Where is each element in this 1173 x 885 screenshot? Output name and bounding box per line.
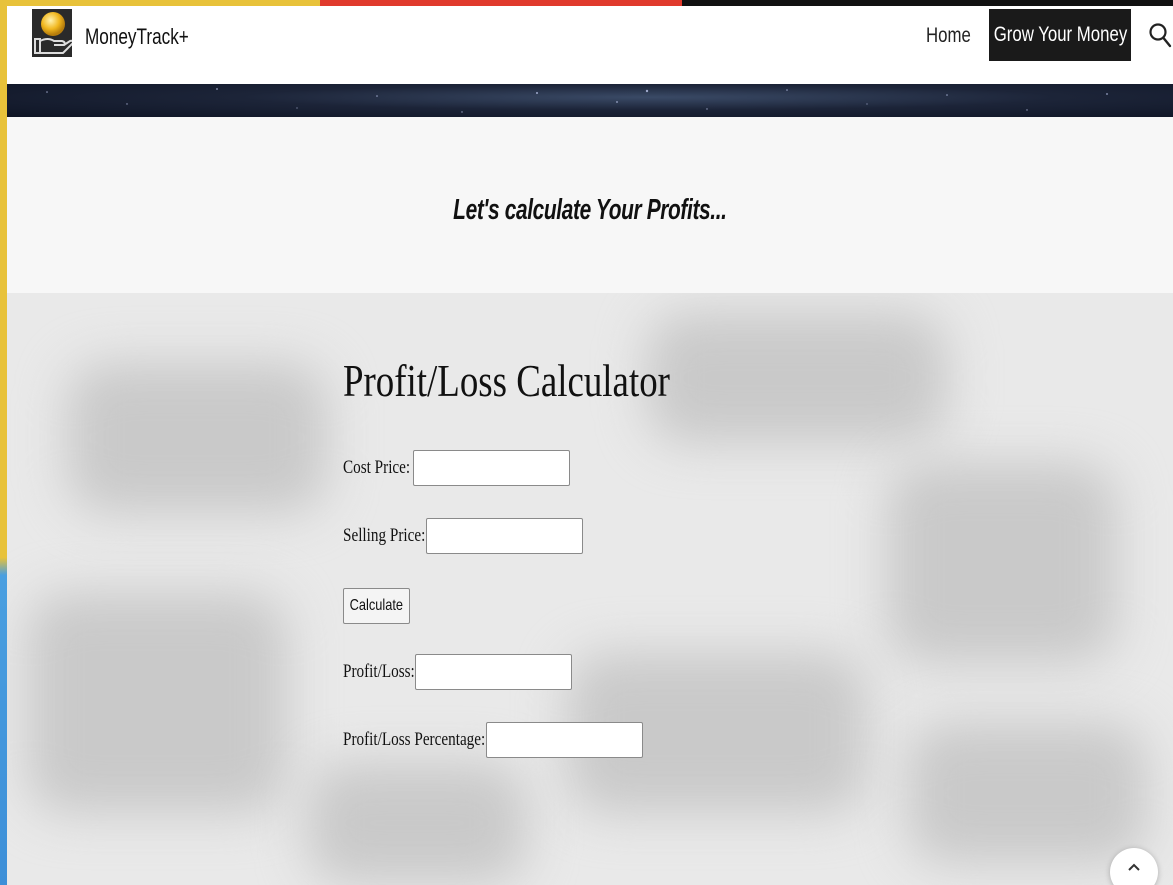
profit-loss-label: Profit/Loss: xyxy=(343,661,415,682)
starry-banner xyxy=(7,84,1173,117)
selling-price-label: Selling Price: xyxy=(343,525,426,546)
intro-heading: Let's calculate Your Profits... xyxy=(7,194,1173,227)
cost-price-input[interactable] xyxy=(412,450,570,486)
nav-home-link[interactable]: Home xyxy=(926,24,971,48)
top-accent-strip-red xyxy=(320,0,682,6)
search-icon[interactable] xyxy=(1148,22,1172,48)
nav-grow-your-money-link[interactable]: Grow Your Money xyxy=(989,9,1131,61)
cost-price-label: Cost Price: xyxy=(343,457,411,478)
blurred-key-shape xyxy=(307,763,527,883)
intro-section: Let's calculate Your Profits... xyxy=(7,117,1173,293)
intro-heading-text: Let's calculate Your Profits... xyxy=(453,194,727,226)
profit-loss-percentage-label: Profit/Loss Percentage: xyxy=(343,729,486,750)
profit-loss-output[interactable] xyxy=(414,654,572,690)
profit-loss-percentage-row: Profit/Loss Percentage: xyxy=(343,722,643,758)
selling-price-row: Selling Price: xyxy=(343,518,583,554)
top-accent-strip-yellow xyxy=(0,0,320,6)
blurred-key-shape xyxy=(907,723,1147,863)
blurred-key-shape xyxy=(647,313,947,443)
money-hand-logo-icon[interactable] xyxy=(32,9,72,57)
cost-price-row: Cost Price: xyxy=(343,450,570,486)
top-accent-strip-black xyxy=(682,0,1173,6)
calculate-button[interactable]: Calculate xyxy=(343,588,410,624)
site-header: MoneyTrack+ Home Grow Your Money xyxy=(7,6,1173,84)
nav-grow-your-money-label: Grow Your Money xyxy=(993,23,1127,46)
starfield-decoration xyxy=(46,88,1108,113)
brand-name[interactable]: MoneyTrack+ xyxy=(85,24,189,50)
profit-loss-percentage-output[interactable] xyxy=(485,722,643,758)
left-accent-border xyxy=(0,0,7,885)
blurred-key-shape xyxy=(67,363,327,513)
chevron-up-icon xyxy=(1128,863,1140,871)
calculator-title: Profit/Loss Calculator xyxy=(343,356,670,406)
profit-loss-row: Profit/Loss: xyxy=(343,654,572,690)
blurred-key-shape xyxy=(887,463,1117,663)
calculate-button-label: Calculate xyxy=(349,597,404,614)
selling-price-input[interactable] xyxy=(425,518,583,554)
blurred-key-shape xyxy=(27,593,287,813)
